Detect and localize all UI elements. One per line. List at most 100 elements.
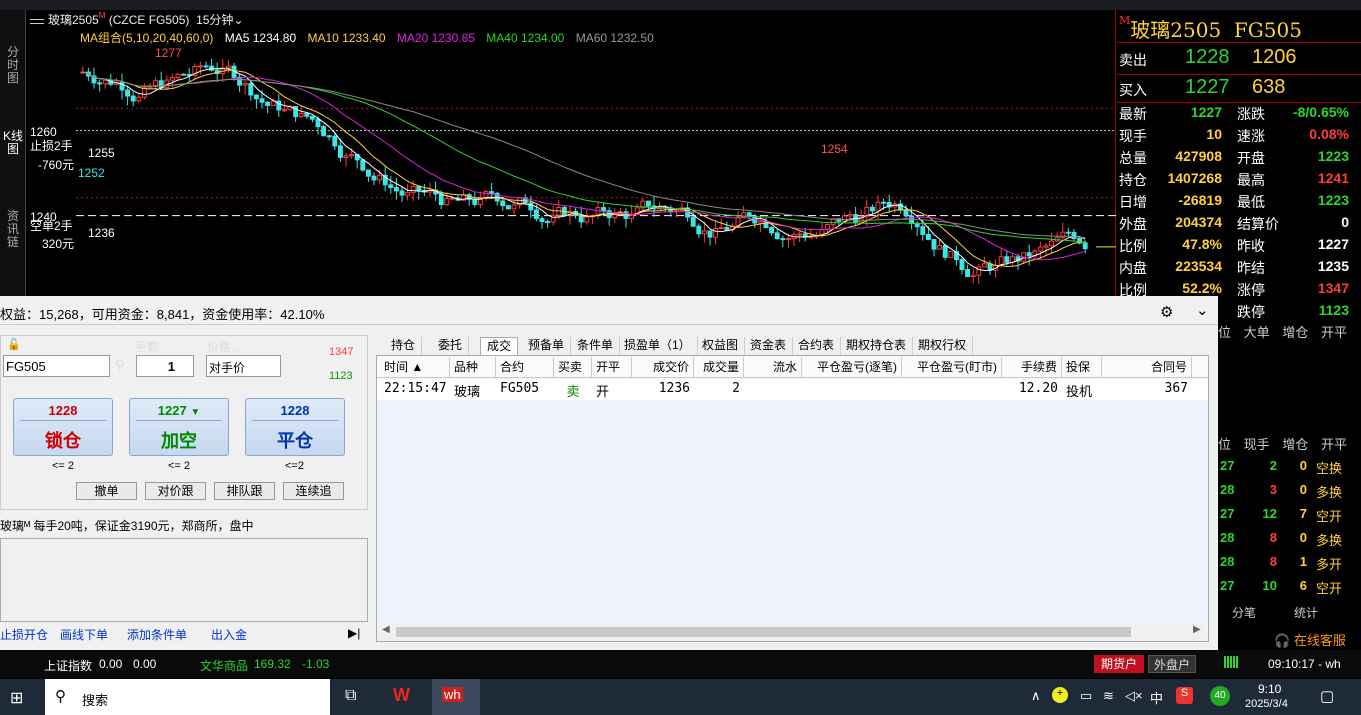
candle <box>298 112 304 118</box>
short-position-label[interactable]: 空单2手 <box>30 217 73 234</box>
col-header-5[interactable]: 成交价 <box>632 357 694 377</box>
ime-indicator[interactable]: 中 <box>1150 688 1163 707</box>
tab-4[interactable]: 条件单 <box>571 337 621 355</box>
link-funds[interactable]: 出入金 <box>211 626 247 643</box>
link-add-condition[interactable]: 添加条件单 <box>127 626 187 643</box>
search-box[interactable]: ⚲ 搜索 <box>45 679 330 715</box>
lock-position-button[interactable]: 1228 锁仓 <box>13 398 113 456</box>
candle <box>332 135 338 147</box>
lock-icon[interactable]: 🔓 <box>7 338 21 351</box>
futures-account-button[interactable]: 期货户 <box>1094 655 1144 673</box>
task-view-icon[interactable]: ⧉ <box>345 687 356 705</box>
tray-date[interactable]: 2025/3/4 <box>1245 698 1288 710</box>
candle <box>763 220 769 229</box>
col-header-0[interactable]: 时间 ▲ <box>380 357 450 377</box>
col-header-11[interactable]: 投保 <box>1062 357 1102 377</box>
tab-news[interactable]: 资讯链 <box>2 210 24 249</box>
col-header-6[interactable]: 成交量 <box>694 357 744 377</box>
add-short-button[interactable]: 1227 ▼ 加空 <box>129 398 229 456</box>
candle <box>545 221 551 224</box>
chevron-down-icon[interactable]: ⌄ <box>233 13 243 27</box>
minimize-icon[interactable]: ⌄ <box>1196 301 1209 319</box>
tab-ticks[interactable]: 分笔 <box>1232 604 1256 621</box>
online-service[interactable]: 🎧 在线客服 <box>1274 630 1346 649</box>
link-draw-order[interactable]: 画线下单 <box>60 626 108 643</box>
chevron-up-icon[interactable]: ∧ <box>1031 688 1041 704</box>
chase-queue-button[interactable]: 排队跟 <box>214 482 275 500</box>
tab-8[interactable]: 合约表 <box>792 337 842 355</box>
candle <box>696 225 702 235</box>
wifi-icon[interactable]: ≋ <box>1103 688 1114 704</box>
col-header-2[interactable]: 合约 <box>496 357 554 377</box>
col-header-10[interactable]: 手续费 <box>1002 357 1062 377</box>
chase-counter-button[interactable]: 对价跟 <box>145 482 206 500</box>
tray-app-icon[interactable]: + <box>1052 687 1068 703</box>
candle <box>931 238 937 250</box>
search-icon[interactable]: ⚲ <box>115 357 125 373</box>
tick-row: 27 2 0 空换 <box>1220 458 1343 476</box>
candle <box>405 192 411 196</box>
notification-badge[interactable]: 40 <box>1210 686 1230 706</box>
scroll-thumb[interactable] <box>396 627 1131 637</box>
close-position-button[interactable]: 1228 平仓 <box>245 398 345 456</box>
candle <box>393 187 399 192</box>
notification-center-icon[interactable]: ▢ <box>1320 687 1334 705</box>
quote-row: 外盘 204374 结算价 0 <box>1119 214 1349 232</box>
index2-name: 文华商品 <box>200 659 249 673</box>
lots-stepper[interactable]: 1 <box>136 355 194 377</box>
gear-icon[interactable]: ⚙ <box>1160 303 1173 321</box>
expand-icon[interactable]: ▶| <box>348 626 360 640</box>
tab-kline[interactable]: K线图 <box>2 130 24 156</box>
candle <box>511 204 517 210</box>
tab-2[interactable]: 成交 <box>480 337 519 355</box>
tab-7[interactable]: 资金表 <box>744 337 794 355</box>
candle <box>808 236 814 239</box>
cancel-order-button[interactable]: 撤单 <box>76 482 137 500</box>
col-header-3[interactable]: 买卖 <box>554 357 592 377</box>
col-header-8[interactable]: 平仓盈亏(逐笔) <box>802 357 902 377</box>
ma-group-label[interactable]: MA组合(5,10,20,40,60,0) <box>80 31 213 45</box>
tab-6[interactable]: 权益图 <box>696 337 746 355</box>
link-stoploss-open[interactable]: 止损开仓 <box>0 626 48 643</box>
candle <box>645 200 651 207</box>
tick-row: 28 8 0 多换 <box>1220 530 1343 548</box>
col-header-12[interactable]: 合同号 <box>1102 357 1192 377</box>
candle <box>539 218 545 223</box>
tab-stats[interactable]: 统计 <box>1294 604 1318 621</box>
battery-icon[interactable]: ▭ <box>1080 688 1092 704</box>
candle <box>533 209 539 220</box>
tab-0[interactable]: 持仓 <box>385 337 423 355</box>
wps-icon[interactable]: W <box>393 685 410 706</box>
col-header-7[interactable]: 流水 <box>744 357 802 377</box>
status-bar: 上证指数 0.00 0.00 文华商品 169.32 -1.03 期货户 外盘户… <box>0 650 1361 678</box>
candle <box>690 216 696 227</box>
price-mode-select[interactable]: 对手价 <box>206 355 281 377</box>
tab-1[interactable]: 委托 <box>432 337 470 355</box>
tab-3[interactable]: 预备单 <box>522 337 572 355</box>
col-header-9[interactable]: 平仓盈亏(盯市) <box>902 357 1002 377</box>
period-selector[interactable]: 15分钟 <box>196 13 233 27</box>
kline-chart[interactable] <box>26 10 1116 296</box>
contract-input[interactable]: FG505 <box>3 355 110 377</box>
sogou-icon[interactable]: S <box>1176 687 1193 704</box>
h-scrollbar[interactable]: ◀ ▶ <box>378 624 1207 640</box>
col-header-4[interactable]: 开平 <box>592 357 632 377</box>
continuous-chase-button[interactable]: 连续追 <box>283 482 344 500</box>
stoploss-label[interactable]: 止损2手 <box>30 137 73 154</box>
candle <box>785 238 791 241</box>
tray-time[interactable]: 9:10 <box>1258 682 1281 696</box>
tab-10[interactable]: 期权行权 <box>912 337 974 355</box>
foreign-account-button[interactable]: 外盘户 <box>1148 655 1196 673</box>
wenhua-app-icon[interactable]: wh <box>432 679 480 715</box>
candle <box>371 175 377 181</box>
search-icon: ⚲ <box>55 688 66 705</box>
tab-timeshare[interactable]: 分时图 <box>2 46 24 85</box>
tab-9[interactable]: 期权持仓表 <box>840 337 914 355</box>
col-header-1[interactable]: 品种 <box>450 357 496 377</box>
candle <box>197 65 203 68</box>
menu-icon[interactable] <box>30 19 44 24</box>
ma-legend: MA组合(5,10,20,40,60,0) MA5 1234.80 MA10 1… <box>80 29 662 46</box>
volume-icon[interactable]: ◁× <box>1125 688 1143 704</box>
tab-5[interactable]: 损盈单（1） <box>618 337 698 355</box>
windows-start-icon[interactable]: ⊞ <box>10 688 23 708</box>
